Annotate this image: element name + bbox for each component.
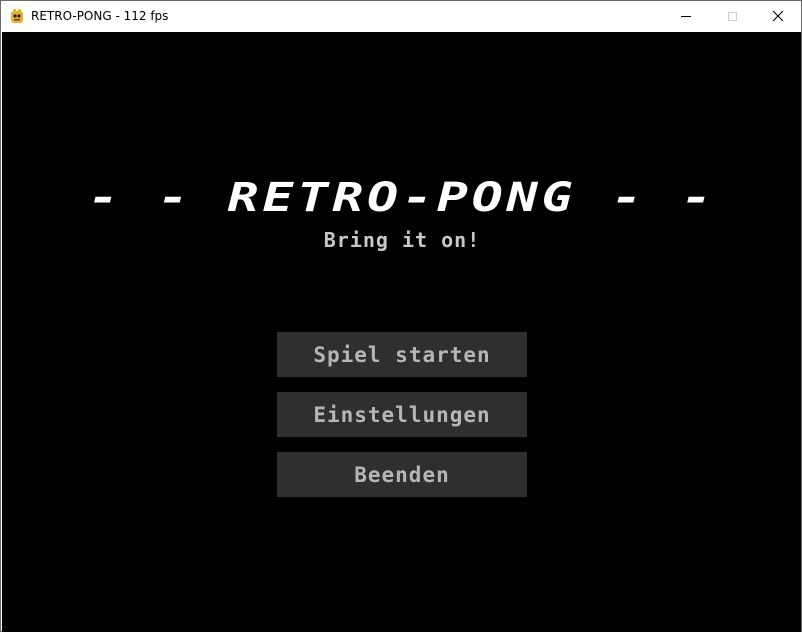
tagline: Bring it on! [323,228,481,252]
window-title: RETRO-PONG - 112 fps [31,9,169,23]
game-canvas[interactable]: - - RETRO-PONG - - Bring it on! Spiel st… [2,32,801,632]
quit-button[interactable]: Beenden [277,452,527,497]
settings-button[interactable]: Einstellungen [277,392,527,437]
minimize-button[interactable] [663,1,709,31]
title-bar[interactable]: RETRO-PONG - 112 fps [1,1,801,31]
close-icon [772,10,784,22]
logo-text: - - RETRO-PONG - - [88,180,716,216]
game-logo: - - RETRO-PONG - - [88,180,716,216]
minimize-icon [681,15,691,17]
pygame-snake-icon [9,8,25,24]
app-window: RETRO-PONG - 112 fps - - RETRO-PONG - - … [0,0,802,632]
start-game-button[interactable]: Spiel starten [277,332,527,377]
maximize-icon [727,11,737,21]
maximize-button[interactable] [709,1,755,31]
close-button[interactable] [755,1,801,31]
